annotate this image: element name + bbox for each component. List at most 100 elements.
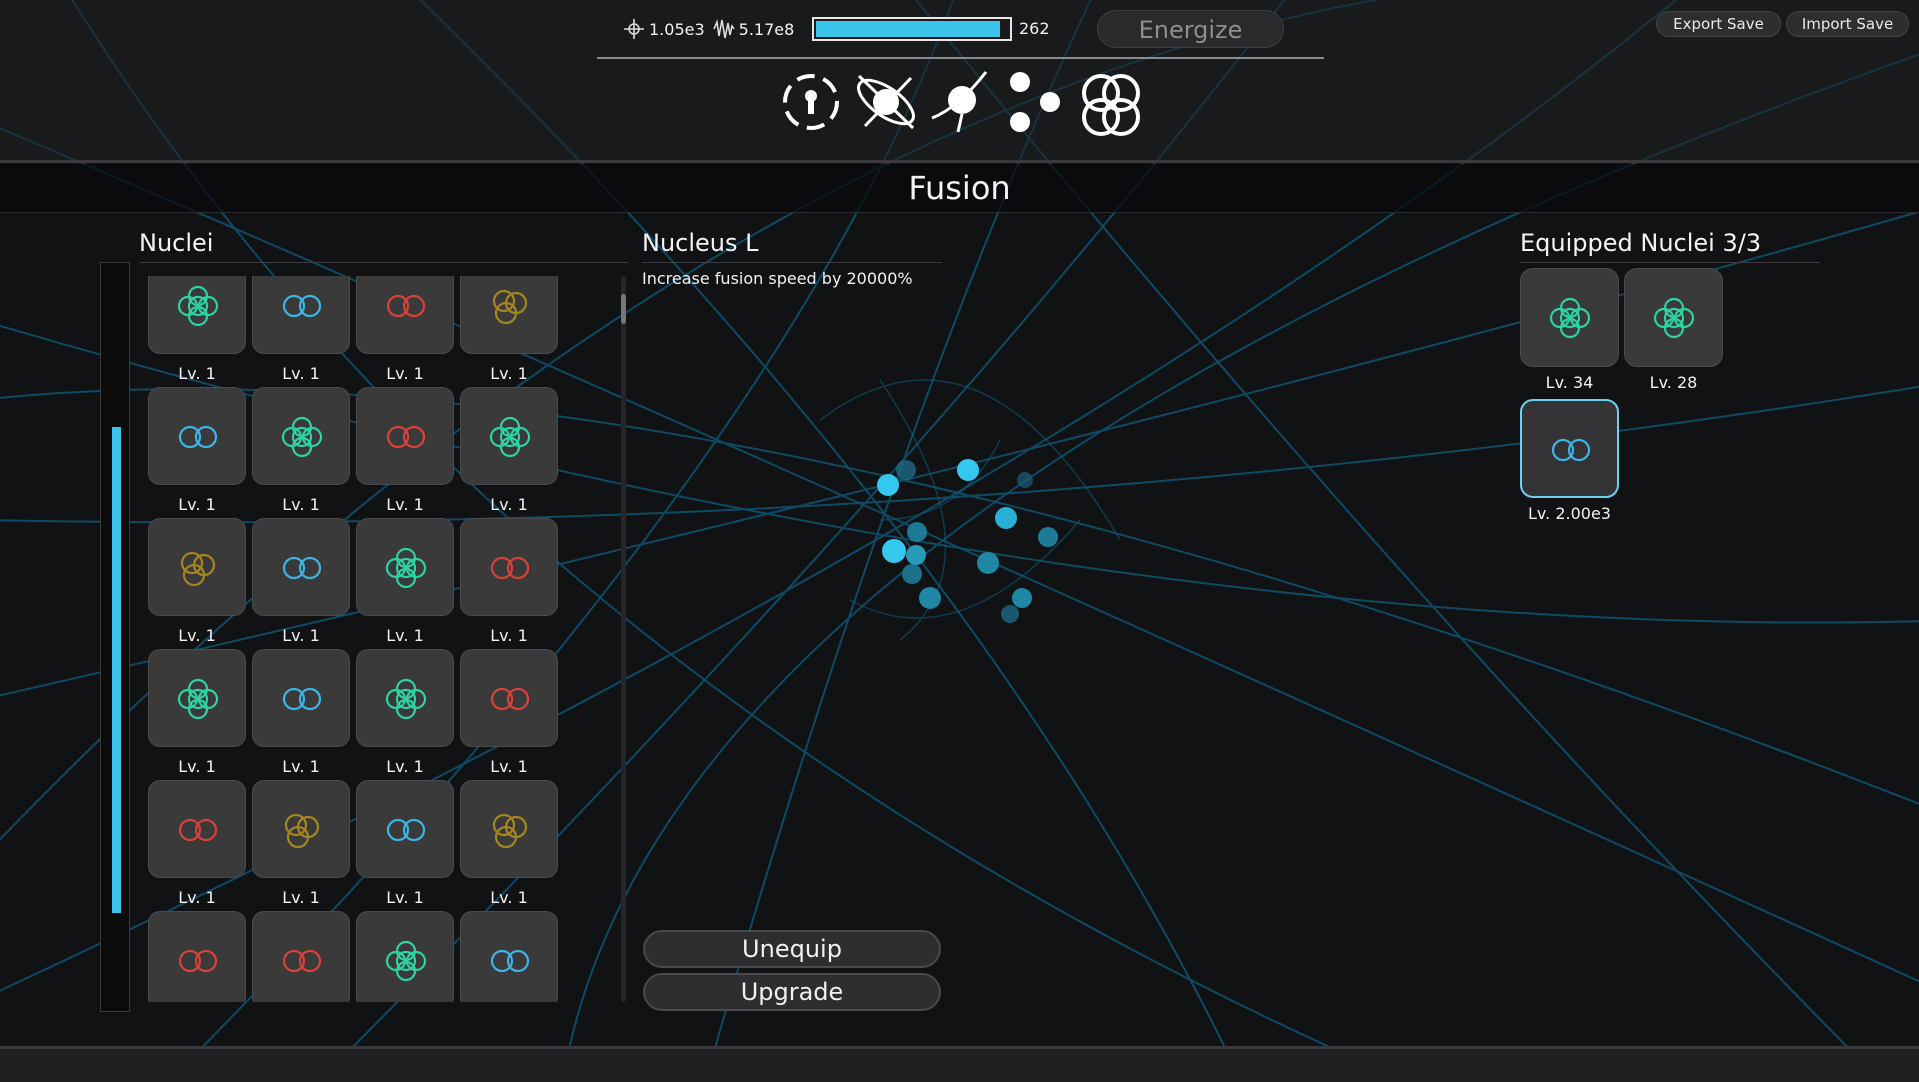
nucleus-pair-icon [490,949,530,973]
nucleus-slot[interactable] [148,518,246,616]
nav-fusion[interactable] [1076,68,1146,146]
nucleus-pair-icon [178,949,218,973]
nucleus-slot[interactable] [460,387,558,485]
nucleus-triple-icon [180,551,216,587]
nucleus-triple-icon [492,813,528,849]
nucleus-level: Lv. 1 [178,888,216,907]
nucleus-pair-icon [282,556,322,580]
energize-button[interactable]: Energize [1097,10,1284,48]
nucleus-slot[interactable] [148,276,246,354]
atoms-value: 1.05e3 [649,19,705,39]
nucleus-level: Lv. 1 [282,364,320,383]
export-save-button[interactable]: Export Save [1656,11,1781,37]
nucleus-level: Lv. 1 [178,364,216,383]
equipped-title-underline [1520,262,1820,263]
nucleus-slot[interactable] [356,387,454,485]
nucleus-slot[interactable] [252,649,350,747]
nucleus-quad-icon [1653,297,1695,339]
keyhole-icon [783,74,839,130]
nucleus-slot[interactable] [460,276,558,354]
nucleus-pair-icon [490,687,530,711]
nucleus-slot[interactable] [252,518,350,616]
nucleus-slot[interactable] [148,649,246,747]
nucleus-pair-icon [178,425,218,449]
nucleus-level: Lv. 1 [386,757,424,776]
nucleus-quad-icon [385,678,427,720]
nucleus-slot[interactable] [252,780,350,878]
nucleus-pair-icon [282,687,322,711]
energy-value: 262 [1019,19,1050,38]
nucleus-slot[interactable] [356,911,454,1002]
nucleus-pair-icon [490,556,530,580]
nucleus-quad-icon [177,678,219,720]
top-bar: 1.05e3 5.17e8 262 Energize Export Save I… [0,0,1919,163]
nucleus-slot[interactable] [356,780,454,878]
waves-value: 5.17e8 [738,19,795,39]
upgrade-button[interactable]: Upgrade [643,973,941,1011]
nuclei-grid: Lv. 1 Lv. 1 Lv. 1 Lv. 1 Lv. 1 Lv. 1 Lv. 1 Lv. 1… [140,276,570,1002]
nucleus-level: Lv. 1 [282,626,320,645]
nucleus-level: Lv. 1 [490,888,528,907]
nucleus-slot[interactable] [460,649,558,747]
equipped-title: Equipped Nuclei 3/3 [1520,229,1762,257]
nucleus-pair-icon [1551,438,1591,462]
nucleus-particles [877,459,1058,623]
nucleus-slot[interactable] [460,518,558,616]
nucleus-level: Lv. 1 [386,626,424,645]
detail-scrollbar[interactable] [621,276,626,1002]
unequip-button[interactable]: Unequip [643,930,941,968]
nucleus-slot[interactable] [252,387,350,485]
fusion-icon [1082,74,1140,136]
energy-progress-fill [816,21,1000,37]
nucleus-slot[interactable] [460,911,558,1002]
nucleus-level: Lv. 1 [490,495,528,514]
nucleus-slot[interactable] [356,649,454,747]
nucleus-level: Lv. 1 [282,888,320,907]
bottom-bar [0,1046,1919,1082]
nav-particles[interactable] [1004,68,1064,140]
nucleus-slot[interactable] [356,276,454,354]
resource-atoms: 1.05e3 [623,18,705,40]
nucleus-level: Lv. 1 [490,364,528,383]
equipped-nucleus-slot[interactable] [1520,268,1619,367]
nucleus-pair-icon [386,294,426,318]
nucleus-level: Lv. 1 [386,888,424,907]
nucleus-slot[interactable] [460,780,558,878]
nucleus-slot[interactable] [356,518,454,616]
nucleus-quad-icon [385,547,427,589]
nucleus-slot[interactable] [252,276,350,354]
equipped-nucleus-level: Lv. 28 [1649,373,1698,392]
detail-scrollbar-thumb[interactable] [621,294,626,324]
nav-keyhole[interactable] [780,68,842,140]
import-save-button[interactable]: Import Save [1786,11,1909,37]
nucleus-preview [877,459,1058,623]
nuclei-scrollbar-track[interactable] [100,262,130,1012]
nucleus-quad-icon [385,940,427,982]
page-title: Fusion [908,169,1011,207]
nucleus-slot[interactable] [148,387,246,485]
nucleus-slot[interactable] [252,911,350,1002]
equipped-nucleus-slot[interactable] [1624,268,1723,367]
comet-icon [931,71,988,133]
nucleus-quad-icon [1549,297,1591,339]
page-title-band: Fusion [0,164,1919,213]
nucleus-pair-icon [178,818,218,842]
nucleus-level: Lv. 1 [178,495,216,514]
nucleus-detail-title: Nucleus L [642,229,759,257]
nav-orbit[interactable] [851,68,921,140]
crosshair-atom-icon [624,19,644,39]
particles-icon [1010,72,1060,132]
equipped-nucleus-level: Lv. 34 [1545,373,1594,392]
nucleus-level: Lv. 1 [386,364,424,383]
nuclei-scrollbar-thumb[interactable] [112,427,121,913]
nucleus-slot[interactable] [148,780,246,878]
nav-comet[interactable] [928,68,994,140]
energy-progress-bar [812,17,1012,41]
nuclei-title: Nuclei [139,229,214,257]
nucleus-level: Lv. 1 [178,626,216,645]
nucleus-slot[interactable] [148,911,246,1002]
nucleus-description: Increase fusion speed by 20000% [642,269,913,288]
equipped-nucleus-slot[interactable] [1520,399,1619,498]
detail-title-underline [642,262,942,263]
nucleus-level: Lv. 1 [386,495,424,514]
